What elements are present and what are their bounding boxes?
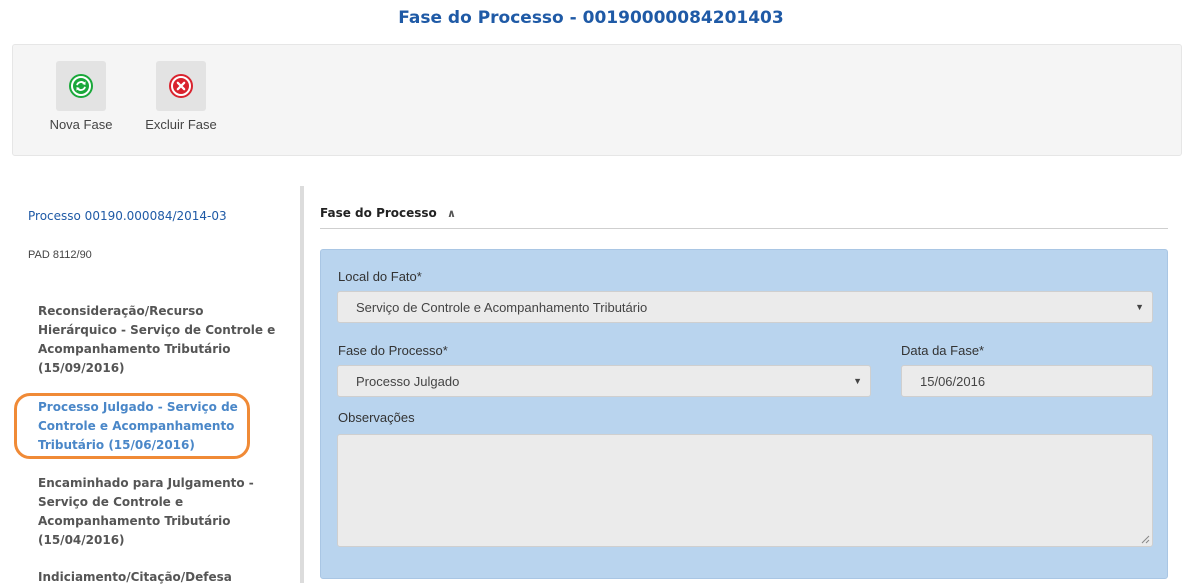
chevron-down-icon: ▼: [1135, 302, 1144, 312]
chevron-down-icon: ▼: [853, 376, 862, 386]
nova-fase-button[interactable]: Nova Fase: [43, 61, 119, 132]
chevron-double-up-icon[interactable]: ∧: [447, 207, 456, 220]
highlight-annotation: [14, 393, 250, 459]
refresh-icon: [69, 74, 93, 98]
toolbar: Nova Fase Excluir Fase: [12, 44, 1182, 156]
phase-item-reconsideracao[interactable]: Reconsideração/Recurso Hierárquico - Ser…: [38, 302, 283, 378]
form-panel: Local do Fato* Serviço de Controle e Aco…: [320, 249, 1168, 579]
process-type: PAD 8112/90: [28, 249, 92, 261]
excluir-fase-label: Excluir Fase: [145, 117, 217, 132]
nova-fase-label: Nova Fase: [49, 117, 113, 132]
fase-label: Fase do Processo*: [338, 343, 448, 358]
data-label: Data da Fase*: [901, 343, 985, 358]
excluir-fase-icon-box: [156, 61, 206, 111]
local-select[interactable]: Serviço de Controle e Acompanhamento Tri…: [337, 291, 1153, 323]
obs-textarea[interactable]: [337, 434, 1153, 547]
page-title: Fase do Processo - 00190000084201403: [398, 8, 784, 28]
resize-grip-icon[interactable]: [1141, 535, 1150, 544]
vertical-divider: [300, 186, 304, 583]
local-label: Local do Fato*: [338, 269, 422, 284]
local-value: Serviço de Controle e Acompanhamento Tri…: [356, 299, 648, 315]
excluir-fase-button[interactable]: Excluir Fase: [141, 61, 221, 132]
obs-label: Observações: [338, 410, 415, 425]
section-title: Fase do Processo: [320, 206, 437, 220]
process-title[interactable]: Processo 00190.000084/2014-03: [28, 209, 227, 223]
data-value: 15/06/2016: [920, 373, 986, 389]
phase-item-indiciamento[interactable]: Indiciamento/Citação/Defesa: [38, 568, 283, 587]
fase-select[interactable]: Processo Julgado ▼: [337, 365, 871, 397]
nova-fase-icon-box: [56, 61, 106, 111]
section-header[interactable]: Fase do Processo ∧: [320, 206, 1168, 229]
close-circle-icon: [169, 74, 193, 98]
fase-value: Processo Julgado: [356, 373, 460, 389]
data-field[interactable]: 15/06/2016: [901, 365, 1153, 397]
phase-item-encaminhado[interactable]: Encaminhado para Julgamento - Serviço de…: [38, 474, 283, 550]
